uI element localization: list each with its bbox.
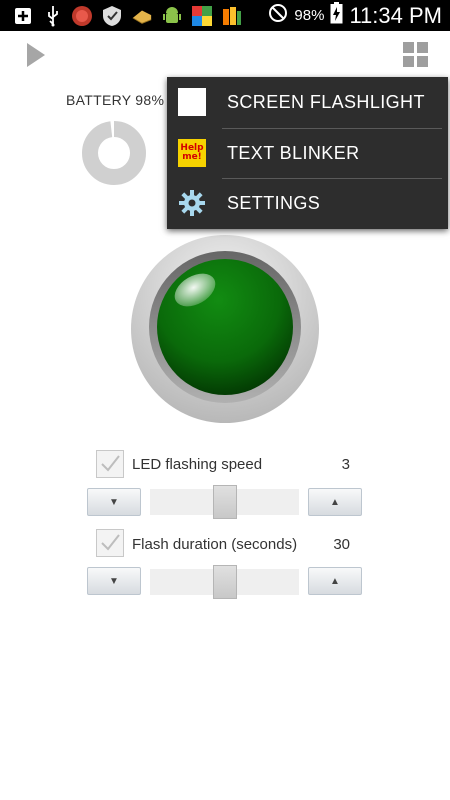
battery-label: BATTERY 98% bbox=[66, 92, 165, 108]
speed-slider[interactable] bbox=[150, 485, 299, 519]
down-arrow-icon: ▼ bbox=[109, 575, 119, 587]
checkmark-icon bbox=[101, 534, 120, 551]
battery-percent: 98% bbox=[294, 7, 325, 24]
usb-icon bbox=[42, 5, 64, 27]
menu-item-screen-flashlight[interactable]: SCREEN FLASHLIGHT bbox=[167, 77, 448, 127]
menu-item-label: TEXT BLINKER bbox=[227, 143, 360, 163]
checkmark-icon bbox=[101, 455, 120, 472]
android-icon bbox=[161, 5, 183, 27]
duration-increase-button[interactable]: ▲ bbox=[308, 567, 362, 595]
duration-value: 30 bbox=[333, 536, 350, 553]
overflow-menu: SCREEN FLASHLIGHT Help me! TEXT BLINKER bbox=[167, 77, 448, 229]
duration-slider[interactable] bbox=[150, 565, 299, 599]
white-square-icon bbox=[178, 88, 206, 116]
help-me-icon-text: Help me! bbox=[180, 143, 204, 162]
clock: 11:34 PM bbox=[349, 2, 442, 28]
menu-item-label: SCREEN FLASHLIGHT bbox=[227, 92, 425, 112]
apps-grid-button[interactable] bbox=[403, 42, 429, 68]
up-arrow-icon: ▲ bbox=[330, 496, 340, 508]
menu-item-settings[interactable]: SETTINGS bbox=[167, 178, 448, 228]
play-icon bbox=[27, 43, 45, 67]
duration-decrease-button[interactable]: ▼ bbox=[87, 567, 141, 595]
cheese-app-icon bbox=[131, 5, 153, 27]
speed-decrease-button[interactable]: ▼ bbox=[87, 488, 141, 516]
battery-app-icon bbox=[221, 5, 243, 27]
help-me-icon: Help me! bbox=[178, 139, 206, 167]
add-notification-icon bbox=[12, 5, 34, 27]
menu-item-label: SETTINGS bbox=[227, 193, 321, 213]
status-bar: 98% 11:34 PM bbox=[0, 0, 450, 31]
battery-ring-indicator bbox=[82, 121, 146, 185]
puzzle-app-icon bbox=[191, 5, 213, 27]
led-light-button[interactable] bbox=[131, 235, 319, 423]
gear-icon bbox=[178, 189, 206, 217]
do-not-disturb-icon bbox=[268, 3, 288, 28]
up-arrow-icon: ▲ bbox=[330, 575, 340, 587]
speed-checkbox[interactable] bbox=[96, 450, 124, 478]
grid-icon bbox=[403, 42, 428, 67]
speed-label: LED flashing speed bbox=[132, 456, 263, 473]
led-light-icon bbox=[131, 235, 319, 423]
shield-app-icon bbox=[101, 5, 123, 27]
menu-item-text-blinker[interactable]: Help me! TEXT BLINKER bbox=[167, 128, 448, 178]
speed-slider-thumb[interactable] bbox=[213, 485, 237, 519]
down-arrow-icon: ▼ bbox=[109, 496, 119, 508]
duration-slider-thumb[interactable] bbox=[213, 565, 237, 599]
record-app-icon bbox=[71, 5, 93, 27]
duration-checkbox[interactable] bbox=[96, 529, 124, 557]
speed-increase-button[interactable]: ▲ bbox=[308, 488, 362, 516]
play-button[interactable] bbox=[24, 40, 50, 70]
battery-charging-icon bbox=[330, 2, 343, 29]
speed-value: 3 bbox=[341, 456, 350, 473]
duration-label: Flash duration (seconds) bbox=[132, 536, 298, 553]
